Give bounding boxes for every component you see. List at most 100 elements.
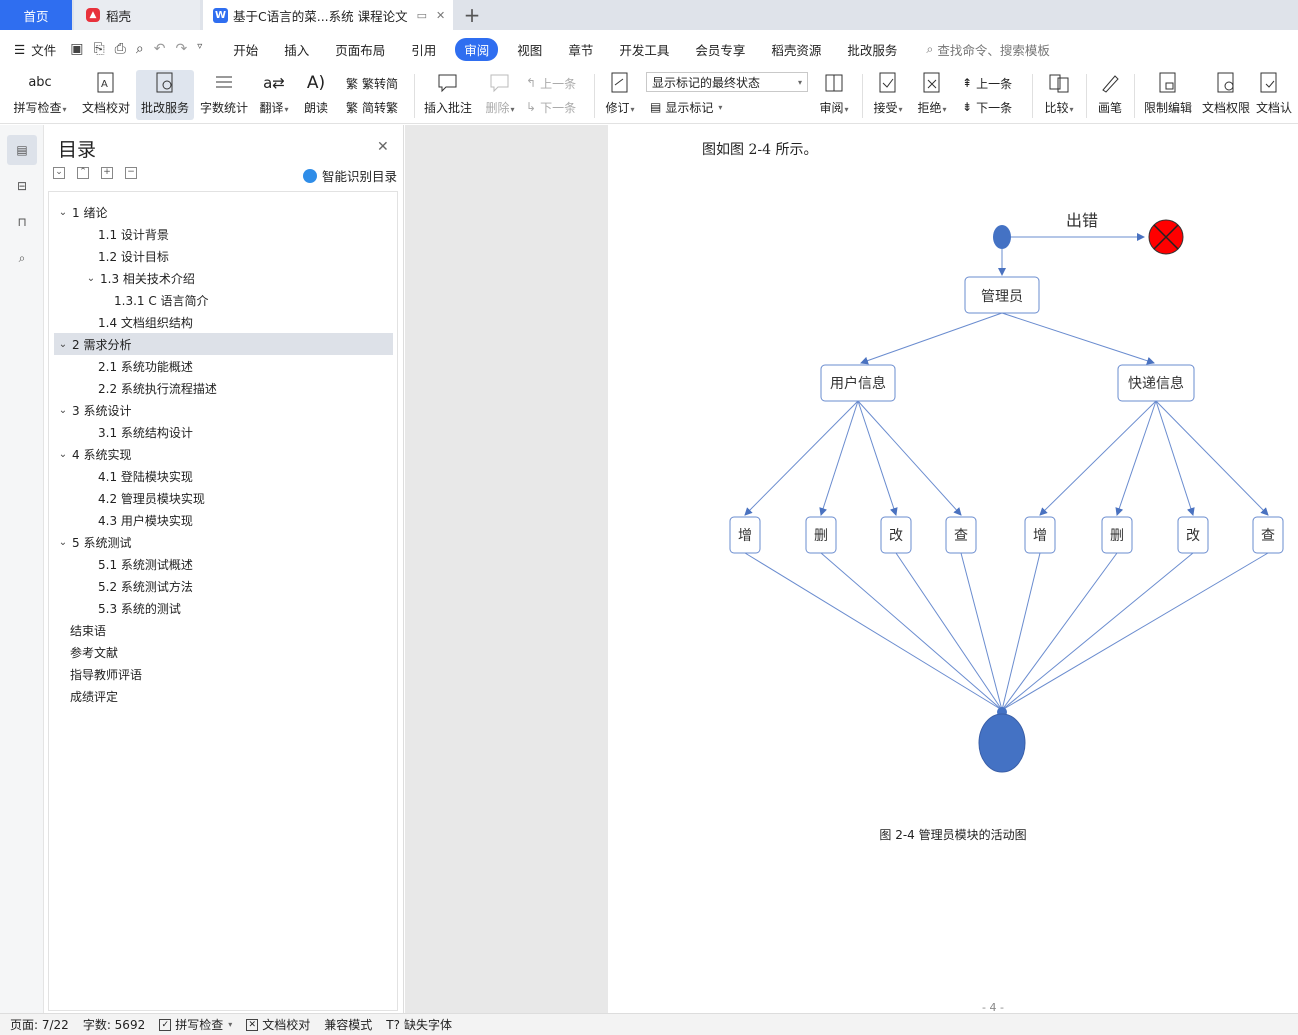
toc-item[interactable]: ⌄ 2 需求分析: [54, 333, 393, 355]
chevron-down-icon[interactable]: ⌄: [56, 207, 70, 218]
menu-item-5[interactable]: 视图: [504, 40, 555, 59]
document-permission-button[interactable]: 文档权限: [1198, 70, 1254, 120]
command-search[interactable]: ⌕ 查找命令、搜索模板: [926, 40, 1050, 59]
show-markup-button[interactable]: ▤ 显示标记 ▾: [650, 96, 722, 118]
remove-heading-icon[interactable]: −: [125, 167, 137, 179]
toc-item[interactable]: 参考文献: [54, 641, 393, 663]
tab-home[interactable]: 首页: [0, 0, 72, 30]
toc-item[interactable]: 1.3.1 C 语言简介: [54, 289, 393, 311]
smart-toc-button[interactable]: 智能识别目录: [303, 166, 397, 185]
document-certify-button[interactable]: 文档认: [1256, 70, 1298, 120]
tab-daoke[interactable]: ▲ 稻壳: [74, 0, 200, 30]
tab-document[interactable]: W 基于C语言的菜...系统 课程论文 ▭ ✕: [203, 0, 453, 30]
chapter-nav-icon[interactable]: ⊟: [7, 171, 37, 201]
translate-button[interactable]: a⇄ 翻译▾: [254, 70, 294, 120]
menu-item-1[interactable]: 插入: [271, 40, 322, 59]
revise-button[interactable]: 修订▾: [600, 70, 640, 120]
toc-item[interactable]: 5.1 系统测试概述: [54, 553, 393, 575]
bookmark-icon[interactable]: ⊓: [7, 207, 37, 237]
toc-item[interactable]: ⌄ 3 系统设计: [54, 399, 393, 421]
read-aloud-button[interactable]: A) 朗读: [298, 70, 334, 120]
toc-panel-icon[interactable]: ▤: [7, 135, 37, 165]
expand-up-icon[interactable]: ⌃: [77, 167, 89, 179]
chevron-down-icon[interactable]: ⌄: [84, 273, 98, 284]
toc-item-label: 指导教师评语: [70, 667, 143, 682]
chevron-down-icon[interactable]: ⌄: [56, 449, 70, 460]
next-comment-button[interactable]: ↳ 下一条: [526, 96, 576, 118]
add-heading-icon[interactable]: +: [101, 167, 113, 179]
prev-comment-button[interactable]: ↰ 上一条: [526, 72, 576, 94]
page-indicator[interactable]: 页面: 7/22: [10, 1016, 69, 1033]
next-change-button[interactable]: ⇟ 下一条: [962, 96, 1012, 118]
toc-item[interactable]: 1.4 文档组织结构: [54, 311, 393, 333]
word-count-button[interactable]: 字数统计: [196, 70, 252, 120]
toc-item[interactable]: 2.2 系统执行流程描述: [54, 377, 393, 399]
toc-item[interactable]: 1.1 设计背景: [54, 223, 393, 245]
toc-list: ⌄ 1 绪论 1.1 设计背景 1.2 设计目标 ⌄ 1.3 相关技术介绍 1.3.1 C …: [48, 191, 398, 1011]
menu-item-3[interactable]: 引用: [398, 40, 449, 59]
word-count-indicator[interactable]: 字数: 5692: [83, 1016, 145, 1033]
menu-item-9[interactable]: 稻壳资源: [758, 40, 834, 59]
toc-item[interactable]: 结束语: [54, 619, 393, 641]
toc-item[interactable]: 1.2 设计目标: [54, 245, 393, 267]
export-icon[interactable]: ⎘: [93, 41, 104, 57]
status-spell-check[interactable]: ✓ 拼写检查 ▾: [159, 1016, 232, 1033]
prev-change-button[interactable]: ⇞ 上一条: [962, 72, 1012, 94]
search-icon[interactable]: ⌕: [7, 243, 37, 273]
markup-status-select[interactable]: 显示标记的最终状态 ▾: [646, 72, 808, 92]
toc-item[interactable]: 成绩评定: [54, 685, 393, 707]
restrict-edit-button[interactable]: 限制编辑: [1140, 70, 1196, 120]
menu-item-0[interactable]: 开始: [220, 40, 271, 59]
toc-item[interactable]: 5.3 系统的测试: [54, 597, 393, 619]
spell-check-button[interactable]: abc 拼写检查▾: [8, 70, 72, 120]
file-menu[interactable]: ☰ 文件: [0, 40, 70, 59]
redo-icon[interactable]: ↷: [175, 41, 187, 57]
menu-item-8[interactable]: 会员专享: [682, 40, 758, 59]
compare-button[interactable]: 比较▾: [1038, 70, 1080, 120]
delete-comment-button[interactable]: 删除▾: [480, 70, 520, 120]
chevron-down-icon[interactable]: ⌄: [56, 405, 70, 416]
chevron-down-icon[interactable]: ⌄: [56, 537, 70, 548]
close-tab-icon[interactable]: ✕: [436, 9, 445, 22]
simp-to-trad-button[interactable]: 繁简转繁: [346, 96, 398, 118]
save-icon[interactable]: ▣: [70, 41, 83, 57]
close-icon[interactable]: ✕: [377, 139, 389, 155]
missing-font-indicator[interactable]: T? 缺失字体: [386, 1016, 452, 1033]
review-service-button[interactable]: 批改服务: [136, 70, 194, 120]
toc-item[interactable]: ⌄ 4 系统实现: [54, 443, 393, 465]
pen-button[interactable]: 画笔: [1092, 70, 1128, 120]
toc-item[interactable]: 5.2 系统测试方法: [54, 575, 393, 597]
toc-item[interactable]: 4.2 管理员模块实现: [54, 487, 393, 509]
print-icon[interactable]: ⎙: [115, 41, 126, 57]
collapse-all-icon[interactable]: ⌄: [53, 167, 65, 179]
menu-item-7[interactable]: 开发工具: [606, 40, 682, 59]
toc-item[interactable]: ⌄ 1 绪论: [54, 201, 393, 223]
toc-item[interactable]: 4.3 用户模块实现: [54, 509, 393, 531]
status-proofread[interactable]: ✕ 文档校对: [246, 1016, 310, 1033]
menu-item-2[interactable]: 页面布局: [322, 40, 398, 59]
review-pane-button[interactable]: 审阅▾: [814, 70, 854, 120]
document-page[interactable]: 图如图 2-4 所示。 出错 管理员 用户信息 快递信息增删改查增删改查 图 2-4 …: [608, 125, 1298, 1014]
toc-item[interactable]: 3.1 系统结构设计: [54, 421, 393, 443]
compat-mode-indicator[interactable]: 兼容模式: [324, 1016, 372, 1033]
chevron-down-icon[interactable]: ⌄: [56, 339, 70, 350]
customize-icon[interactable]: ▿: [197, 41, 202, 57]
menu-item-4[interactable]: 审阅: [455, 37, 499, 61]
toc-item[interactable]: ⌄ 5 系统测试: [54, 531, 393, 553]
trad-to-simp-button[interactable]: 繁繁转简: [346, 72, 398, 94]
toc-item[interactable]: ⌄ 1.3 相关技术介绍: [54, 267, 393, 289]
monitor-icon[interactable]: ▭: [417, 9, 427, 22]
insert-comment-button[interactable]: 插入批注: [420, 70, 476, 120]
reject-button[interactable]: 拒绝▾: [912, 70, 952, 120]
new-tab-button[interactable]: +: [460, 0, 484, 30]
proofread-button[interactable]: A 文档校对: [76, 70, 136, 120]
undo-icon[interactable]: ↶: [154, 41, 166, 57]
menu-item-10[interactable]: 批改服务: [834, 40, 910, 59]
toc-item[interactable]: 2.1 系统功能概述: [54, 355, 393, 377]
proofread-label: 文档校对: [81, 101, 130, 115]
accept-button[interactable]: 接受▾: [868, 70, 908, 120]
toc-item[interactable]: 4.1 登陆模块实现: [54, 465, 393, 487]
menu-item-6[interactable]: 章节: [555, 40, 606, 59]
toc-item[interactable]: 指导教师评语: [54, 663, 393, 685]
print-preview-icon[interactable]: ⌕: [136, 41, 144, 57]
